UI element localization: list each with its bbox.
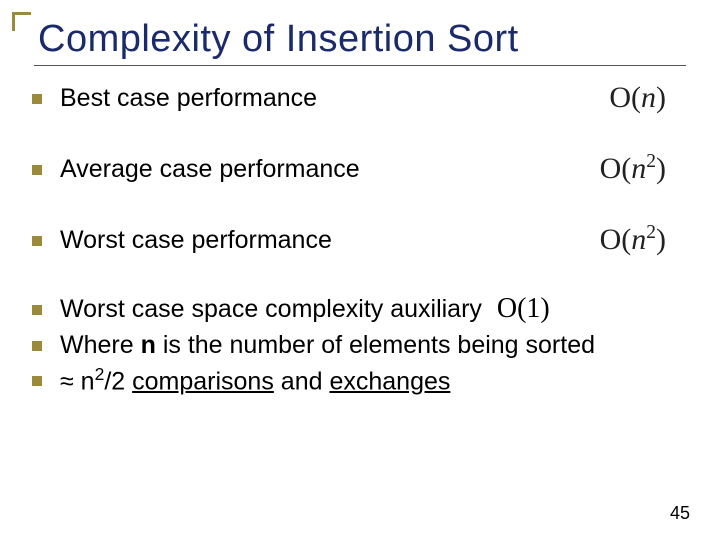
bullet-icon [32, 341, 42, 351]
bullet-icon [32, 236, 42, 246]
bullet-where-n: Where n is the number of elements being … [28, 330, 686, 360]
slide: Complexity of Insertion Sort Best case p… [0, 0, 720, 540]
term-comparisons: comparisons [132, 367, 274, 395]
big-o-notation: O(n2) [600, 150, 666, 187]
bullet-average-case: Average case performance O(n2) [28, 150, 686, 187]
term-exchanges: exchanges [329, 367, 450, 395]
corner-accent-icon [12, 12, 31, 31]
bullet-worst-case: Worst case performance O(n2) [28, 221, 686, 258]
bullet-text: Worst case space complexity auxiliary O(… [60, 292, 686, 326]
bullet-icon [32, 94, 42, 104]
var-n: n [81, 367, 95, 395]
bullet-label: Worst case space complexity auxiliary [60, 295, 482, 323]
bullet-text: Best case performance [60, 83, 589, 113]
page-number: 45 [670, 503, 690, 524]
title-wrap: Complexity of Insertion Sort [34, 18, 686, 61]
exponent: 2 [646, 222, 656, 243]
big-o-notation: O(n2) [600, 221, 666, 258]
bullet-icon [32, 165, 42, 175]
bullet-list: Best case performance O(n) Average case … [28, 80, 686, 396]
bullet-text: ≈ n2/2 comparisons and exchanges [60, 364, 686, 396]
bullet-text: Worst case performance [60, 225, 580, 255]
bullet-text: Average case performance [60, 154, 580, 184]
exponent: 2 [646, 151, 656, 172]
big-o-notation: O(n) [609, 80, 666, 116]
bullet-text: Where n is the number of elements being … [60, 330, 686, 360]
title-underline [34, 65, 686, 66]
bullet-approx: ≈ n2/2 comparisons and exchanges [28, 364, 686, 396]
approx-symbol: ≈ [60, 367, 81, 395]
bullet-icon [32, 376, 42, 386]
bullet-space-complexity: Worst case space complexity auxiliary O(… [28, 292, 686, 326]
big-o-notation: O(1) [497, 293, 550, 324]
exponent: 2 [95, 364, 105, 384]
var-n: n [141, 331, 156, 359]
slide-title: Complexity of Insertion Sort [34, 18, 686, 61]
bullet-icon [32, 305, 42, 315]
bullet-best-case: Best case performance O(n) [28, 80, 686, 116]
